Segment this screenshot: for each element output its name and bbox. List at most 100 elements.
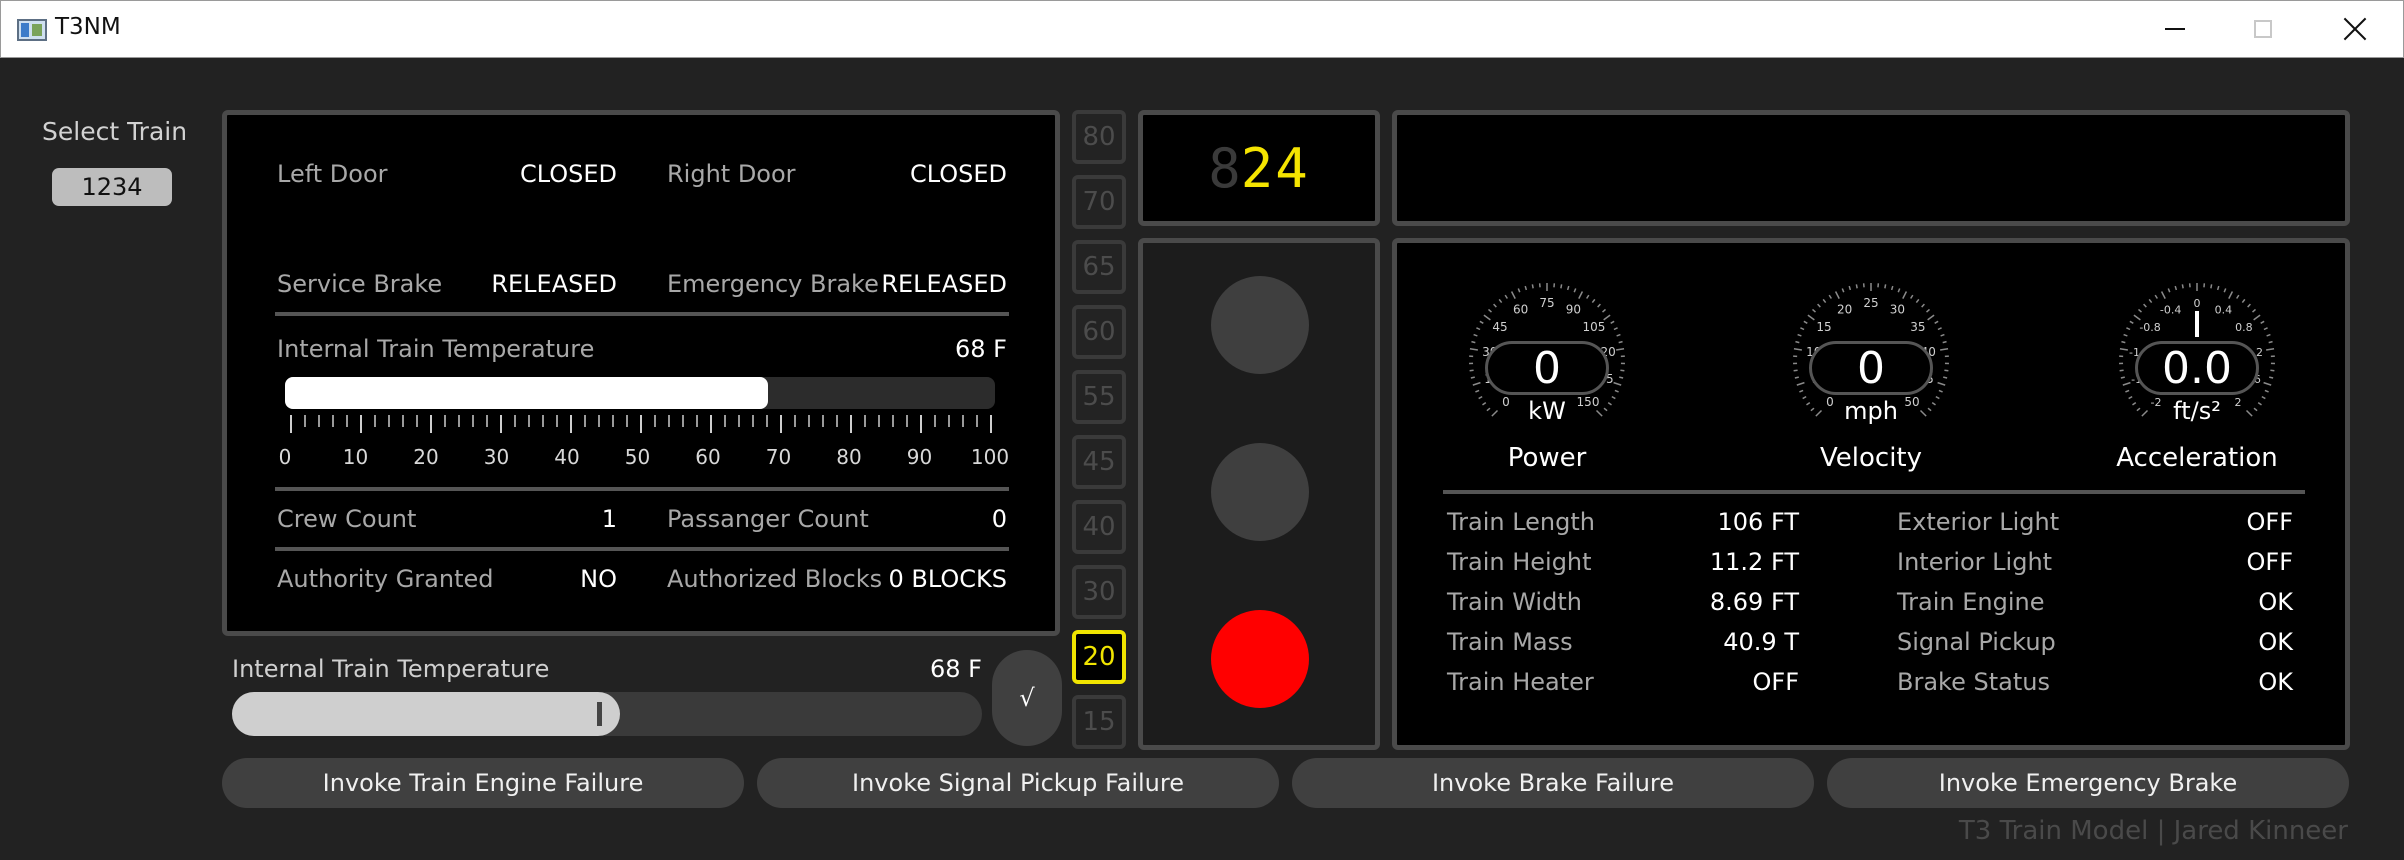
gauge-tick — [2119, 369, 2124, 372]
gauge-tick — [1937, 327, 1942, 331]
scale-tick — [976, 415, 978, 427]
gauge-tick — [2247, 303, 2251, 308]
gauge-tick — [2122, 381, 2131, 386]
velocity-title: Velocity — [1820, 443, 1922, 473]
segment-digits: 24 — [1240, 136, 1310, 200]
scale-tick — [500, 415, 502, 433]
velocity-readout: 0 — [1809, 341, 1933, 395]
gauge-tick — [2223, 288, 2227, 293]
scale-tick — [668, 415, 670, 427]
gauge-tick-label: 20 — [1837, 302, 1852, 316]
gauge-tick-label: -0.4 — [2160, 303, 2181, 316]
right-door-label: Right Door — [667, 160, 796, 188]
scale-tick — [430, 415, 432, 433]
scale-tick — [570, 415, 572, 433]
gauge-tick-label: 105 — [1582, 320, 1605, 334]
scale-tick — [850, 415, 852, 433]
scale-tick — [962, 415, 964, 427]
scale-label: 80 — [836, 445, 862, 469]
gauge-tick — [2137, 308, 2142, 313]
spec-label: Exterior Light — [1897, 508, 2060, 536]
acceleration-title: Acceleration — [2116, 443, 2278, 473]
footer-credit: T3 Train Model | Jared Kinneer — [1958, 816, 2348, 846]
gauge-tick — [2181, 284, 2184, 289]
scale-tick — [486, 415, 488, 427]
speed-limit-65: 65 — [1072, 240, 1126, 294]
spec-value: 40.9 T — [1723, 628, 1799, 656]
scale-tick — [556, 415, 558, 427]
scale-tick — [304, 415, 306, 427]
gauge-tick — [1915, 298, 1920, 303]
gauge-tick — [2263, 381, 2272, 386]
gauge-tick — [2241, 298, 2246, 303]
power-title: Power — [1507, 443, 1587, 473]
gauge-tick — [1560, 284, 1563, 289]
temperature-gauge-bar — [285, 377, 995, 409]
right-door-value: CLOSED — [909, 160, 1007, 188]
speed-limit-60: 60 — [1072, 305, 1126, 359]
minimize-button[interactable] — [2129, 1, 2221, 57]
scale-label: 30 — [483, 445, 510, 469]
invoke-engine-failure-button[interactable]: Invoke Train Engine Failure — [222, 758, 744, 808]
temperature-slider-handle[interactable] — [596, 702, 602, 726]
gauge-tick — [1817, 303, 1821, 308]
authority-label: Authority Granted — [277, 565, 494, 593]
power-gauge: 0153045607590105120135150 0 kW — [1467, 281, 1627, 441]
gauge-tick — [1573, 288, 1577, 293]
gauge-tick — [2266, 348, 2275, 351]
power-unit: kW — [1528, 397, 1566, 425]
signal-lamp-middle — [1211, 443, 1309, 541]
gauge-tick — [2143, 303, 2147, 308]
gauge-tick — [1504, 294, 1508, 299]
gauge-tick — [1884, 284, 1887, 289]
speed-limit-70: 70 — [1072, 175, 1126, 229]
maximize-button[interactable] — [2217, 1, 2309, 57]
spec-value: 8.69 FT — [1709, 588, 1799, 616]
gauge-tick — [2174, 285, 2178, 291]
gauge-tick — [2268, 340, 2273, 344]
gauge-tick — [2253, 314, 2261, 321]
gauge-tick — [2129, 320, 2134, 324]
scale-tick — [640, 415, 642, 433]
train-select[interactable]: 1234 — [52, 168, 172, 206]
scale-tick — [528, 415, 530, 427]
close-button[interactable] — [2309, 1, 2401, 57]
scale-tick — [598, 415, 600, 427]
scale-tick — [444, 415, 446, 427]
invoke-signal-pickup-failure-button[interactable]: Invoke Signal Pickup Failure — [757, 758, 1279, 808]
gauge-tick — [1927, 314, 1935, 321]
scale-tick — [360, 415, 362, 433]
spec-label: Train Width — [1447, 588, 1582, 616]
signal-lamp-top — [1211, 276, 1309, 374]
authorized-blocks-value: 0 BLOCKS — [888, 565, 1008, 593]
gauge-tick — [1591, 298, 1596, 303]
spec-label: Train Length — [1447, 508, 1595, 536]
scale-tick — [542, 415, 544, 427]
divider — [275, 547, 1009, 551]
crew-count-value: 1 — [601, 505, 617, 533]
confirm-temperature-button[interactable]: √ — [992, 650, 1062, 746]
gauge-tick — [1614, 389, 1619, 393]
gauge-tick — [2263, 327, 2268, 331]
scale-tick — [584, 415, 586, 427]
gauge-tick — [1938, 389, 1943, 393]
gauge-tick — [1473, 333, 1478, 337]
gauge-tick — [1531, 284, 1534, 289]
invoke-brake-failure-button[interactable]: Invoke Brake Failure — [1292, 758, 1814, 808]
gauge-tick — [1483, 314, 1491, 321]
window-title: T3NM — [55, 14, 121, 40]
scale-tick — [514, 415, 516, 427]
gauge-tick — [1613, 327, 1618, 331]
scale-label: 0 — [278, 445, 292, 469]
scale-label: 20 — [413, 445, 439, 469]
temperature-slider[interactable] — [232, 692, 982, 736]
gauge-tick-label: -0.8 — [2139, 321, 2160, 334]
invoke-emergency-brake-button[interactable]: Invoke Emergency Brake — [1827, 758, 2349, 808]
gauge-tick — [2270, 369, 2275, 372]
spec-value: 106 FT — [1717, 508, 1799, 536]
gauge-tick — [1510, 291, 1516, 299]
scale-tick — [654, 415, 656, 427]
acceleration-unit: ft/s² — [2173, 397, 2221, 425]
scale-tick — [780, 415, 782, 433]
close-icon — [2343, 17, 2367, 41]
